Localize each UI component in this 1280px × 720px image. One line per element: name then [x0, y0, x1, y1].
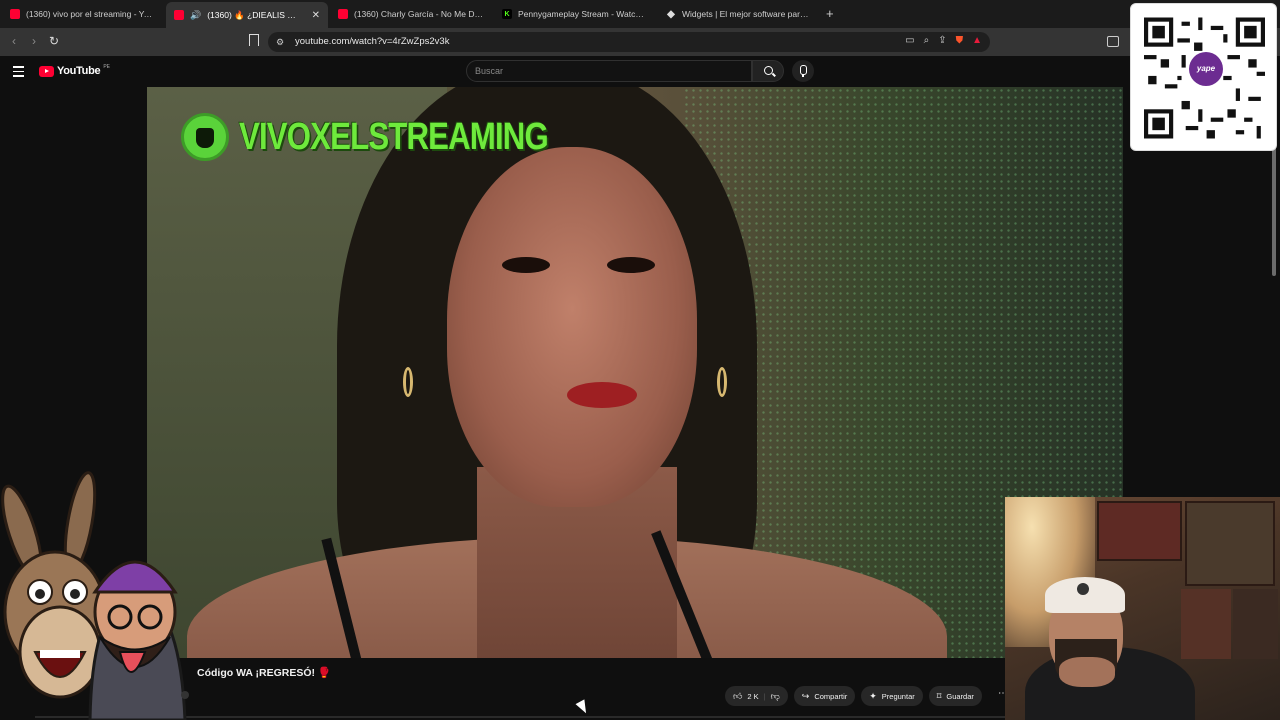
browser-tab[interactable]: K Pennygameplay Stream - Watch Live — [494, 4, 656, 24]
site-settings-icon[interactable]: ⚙ — [276, 37, 284, 48]
share-button[interactable]: ↪ Compartir — [793, 686, 856, 706]
save-button[interactable]: ⌑ Guardar — [928, 686, 982, 706]
thumbs-down-icon[interactable]: 👎︎ — [771, 691, 780, 702]
earring — [403, 367, 413, 397]
youtube-icon — [338, 9, 348, 19]
video-player[interactable]: VIVOXELSTREAMING — [147, 87, 1123, 658]
sidebar-toggle-icon[interactable] — [1107, 36, 1119, 47]
browser-tab-strip: (1360) vivo por el streaming - YouTu 🔊 (… — [0, 0, 1280, 28]
brave-shields-icon[interactable]: ⛊ — [956, 35, 964, 46]
forward-icon[interactable]: › — [26, 34, 42, 48]
video-actions: 👍︎ 2 K | 👎︎ ↪ Compartir ✦ Preguntar ⌑ Gu… — [725, 686, 982, 706]
search-placeholder: Buscar — [475, 66, 504, 76]
wall-poster — [1233, 589, 1278, 659]
url-text[interactable]: youtube.com/watch?v=4rZwZps2v3k — [295, 36, 449, 47]
youtube-play-icon — [39, 65, 54, 77]
channel-watermark-text: VIVOXELSTREAMING — [239, 115, 549, 158]
bookmark-icon[interactable] — [249, 34, 259, 46]
browser-tab[interactable]: ◆ Widgets | El mejor software para por — [658, 4, 820, 24]
channel-logo-icon — [181, 113, 229, 161]
address-bar-actions: ▭ ⌕ ⇪ ⛊ ▲ — [905, 35, 982, 46]
divider: | — [763, 691, 766, 701]
address-bar[interactable]: ⚙ youtube.com/watch?v=4rZwZps2v3k ▭ ⌕ ⇪ … — [268, 32, 990, 52]
zoom-icon[interactable]: ⌕ — [924, 35, 930, 46]
earring — [717, 367, 727, 397]
like-count: 2 K — [747, 691, 759, 701]
cast-icon[interactable]: ▭ — [905, 35, 914, 46]
close-tab-icon[interactable]: ✕ — [312, 10, 320, 21]
video-title: Código WA ¡REGRESÓ! 🥊 — [197, 667, 332, 679]
youtube-icon — [174, 10, 184, 20]
kick-icon: K — [502, 9, 512, 19]
menu-icon[interactable] — [13, 66, 24, 80]
yape-qr-code: yape — [1130, 3, 1277, 151]
share-arrow-icon: ↪ — [801, 690, 810, 701]
back-icon[interactable]: ‹ — [6, 34, 22, 48]
audio-playing-icon[interactable]: 🔊 — [190, 10, 201, 21]
tab-title: Pennygameplay Stream - Watch Live — [518, 9, 648, 19]
browser-toolbar: ‹ › ↻ ⚙ youtube.com/watch?v=4rZwZps2v3k … — [0, 28, 1280, 56]
youtube-icon — [10, 9, 20, 19]
youtube-masthead: YouTube PE Buscar — [0, 56, 1280, 87]
like-button[interactable]: 👍︎ 2 K | 👎︎ — [725, 686, 788, 706]
thumbs-up-icon: 👍︎ — [733, 690, 743, 701]
browser-tab[interactable]: (1360) Charly García - No Me Dejan S — [330, 4, 492, 24]
wall-poster — [1185, 501, 1275, 586]
video-subject-eye — [502, 257, 550, 273]
voice-search-icon[interactable] — [792, 60, 814, 82]
sparkle-icon: ✦ — [869, 690, 877, 701]
ask-label: Preguntar — [881, 691, 915, 701]
webcam-overlay — [1005, 497, 1280, 720]
new-tab-button[interactable]: + — [826, 6, 834, 21]
wall-poster — [1097, 501, 1182, 561]
tab-title: (1360) vivo por el streaming - YouTu — [26, 9, 156, 19]
save-label: Guardar — [946, 691, 974, 701]
bookmark-icon: ⌑ — [936, 690, 942, 701]
search-button[interactable] — [752, 60, 784, 82]
tab-title: (1360) 🔥 ¿DIEALIS se va a CA — [207, 9, 299, 20]
browser-tab-active[interactable]: 🔊 (1360) 🔥 ¿DIEALIS se va a CA ✕ — [166, 2, 328, 28]
tab-title: (1360) Charly García - No Me Dejan S — [354, 9, 484, 19]
youtube-wordmark: YouTube — [57, 65, 101, 77]
streamer-hand — [1059, 657, 1115, 687]
browser-tab[interactable]: (1360) vivo por el streaming - YouTu — [2, 4, 164, 24]
channel-watermark: VIVOXELSTREAMING — [181, 113, 616, 161]
video-subject-eye — [607, 257, 655, 273]
ask-button[interactable]: ✦ Preguntar — [861, 686, 923, 706]
yape-logo: yape — [1189, 52, 1223, 86]
mascot-overlay — [1, 471, 189, 720]
wall-poster — [1181, 589, 1231, 659]
youtube-logo[interactable]: YouTube PE — [39, 64, 110, 77]
brave-rewards-icon[interactable]: ▲ — [972, 35, 982, 46]
search-icon — [764, 66, 773, 75]
tab-title: Widgets | El mejor software para por — [682, 9, 812, 19]
share-icon[interactable]: ⇪ — [938, 35, 946, 46]
country-code: PE — [103, 64, 110, 70]
share-label: Compartir — [814, 691, 848, 701]
reload-icon[interactable]: ↻ — [46, 34, 62, 48]
widgets-icon: ◆ — [667, 8, 675, 20]
cap-logo-icon — [1077, 583, 1089, 595]
video-subject-lips — [567, 382, 637, 408]
search-input[interactable]: Buscar — [466, 60, 752, 82]
video-subject-face — [447, 147, 697, 507]
